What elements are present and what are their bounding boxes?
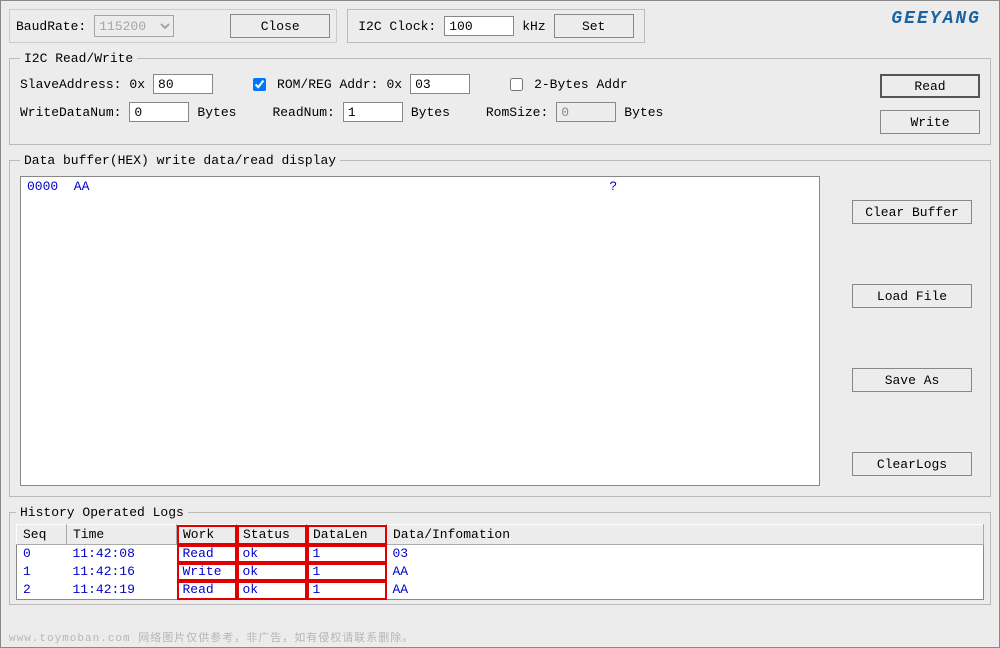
brand-text: GEEYANG (891, 9, 991, 29)
col-work[interactable]: Work (177, 525, 237, 545)
i2c-rw-group: I2C Read/Write SlaveAddress: 0x ROM/REG … (9, 51, 991, 145)
bytes-label-3: Bytes (624, 105, 663, 120)
clear-logs-button[interactable]: ClearLogs (852, 452, 972, 476)
cell-data: AA (387, 581, 984, 600)
cell-datalen: 1 (307, 581, 387, 600)
cell-status: ok (237, 563, 307, 581)
slave-address-input[interactable] (153, 74, 213, 94)
rom-size-label: RomSize: (486, 105, 548, 120)
write-button[interactable]: Write (880, 110, 980, 134)
read-num-label: ReadNum: (272, 105, 334, 120)
bytes-label-2: Bytes (411, 105, 450, 120)
i2c-clock-input[interactable] (444, 16, 514, 36)
hex-prefix-2: 0x (386, 77, 402, 92)
col-status[interactable]: Status (237, 525, 307, 545)
table-row[interactable]: 211:42:19Readok1AA (17, 581, 984, 600)
app-window: BaudRate: 115200 Close I2C Clock: kHz Se… (0, 0, 1000, 648)
cell-datalen: 1 (307, 563, 387, 581)
col-seq[interactable]: Seq (17, 525, 67, 545)
cell-seq: 1 (17, 563, 67, 581)
rom-reg-checkbox[interactable] (253, 78, 266, 91)
rom-size-input (556, 102, 616, 122)
cell-data: AA (387, 563, 984, 581)
cell-work: Read (177, 545, 237, 564)
i2c-clock-unit: kHz (522, 19, 545, 34)
close-button[interactable]: Close (230, 14, 330, 38)
serial-group: BaudRate: 115200 Close (9, 9, 337, 43)
buffer-side-buttons: Clear Buffer Load File Save As ClearLogs (820, 176, 980, 486)
two-bytes-checkbox[interactable] (510, 78, 523, 91)
i2c-clock-group: I2C Clock: kHz Set (347, 9, 644, 43)
table-row[interactable]: 011:42:08Readok103 (17, 545, 984, 564)
cell-work: Read (177, 581, 237, 600)
cell-time: 11:42:19 (67, 581, 177, 600)
baudrate-select[interactable]: 115200 (94, 15, 174, 37)
write-data-num-input[interactable] (129, 102, 189, 122)
col-datalen[interactable]: DataLen (307, 525, 387, 545)
history-logs-legend: History Operated Logs (16, 505, 188, 520)
cell-seq: 2 (17, 581, 67, 600)
set-button[interactable]: Set (554, 14, 634, 38)
cell-status: ok (237, 581, 307, 600)
read-num-input[interactable] (343, 102, 403, 122)
cell-work: Write (177, 563, 237, 581)
slave-address-label: SlaveAddress: (20, 77, 121, 92)
data-buffer-group: Data buffer(HEX) write data/read display… (9, 153, 991, 497)
table-row[interactable]: 111:42:16Writeok1AA (17, 563, 984, 581)
clear-buffer-button[interactable]: Clear Buffer (852, 200, 972, 224)
hex-prefix: 0x (129, 77, 145, 92)
load-file-button[interactable]: Load File (852, 284, 972, 308)
col-time[interactable]: Time (67, 525, 177, 545)
baudrate-label: BaudRate: (16, 19, 86, 34)
watermark-text: www.toymoban.com 网络图片仅供参考，非广告，如有侵权请联系删除。 (9, 629, 414, 645)
i2c-clock-label: I2C Clock: (358, 19, 436, 34)
logs-table: Seq Time Work Status DataLen Data/Infoma… (16, 524, 984, 600)
save-as-button[interactable]: Save As (852, 368, 972, 392)
cell-data: 03 (387, 545, 984, 564)
rom-reg-input[interactable] (410, 74, 470, 94)
two-bytes-label: 2-Bytes Addr (534, 77, 628, 92)
read-button[interactable]: Read (880, 74, 980, 98)
cell-seq: 0 (17, 545, 67, 564)
history-logs-group: History Operated Logs Seq Time Work Stat… (9, 505, 991, 605)
hex-textarea[interactable]: 0000 AA? (20, 176, 820, 486)
bytes-label-1: Bytes (197, 105, 236, 120)
cell-datalen: 1 (307, 545, 387, 564)
data-buffer-legend: Data buffer(HEX) write data/read display (20, 153, 340, 168)
cell-status: ok (237, 545, 307, 564)
cell-time: 11:42:08 (67, 545, 177, 564)
i2c-rw-legend: I2C Read/Write (20, 51, 137, 66)
rom-reg-label: ROM/REG Addr: (277, 77, 378, 92)
cell-time: 11:42:16 (67, 563, 177, 581)
write-data-num-label: WriteDataNum: (20, 105, 121, 120)
top-bar: BaudRate: 115200 Close I2C Clock: kHz Se… (9, 9, 991, 43)
col-data[interactable]: Data/Infomation (387, 525, 984, 545)
